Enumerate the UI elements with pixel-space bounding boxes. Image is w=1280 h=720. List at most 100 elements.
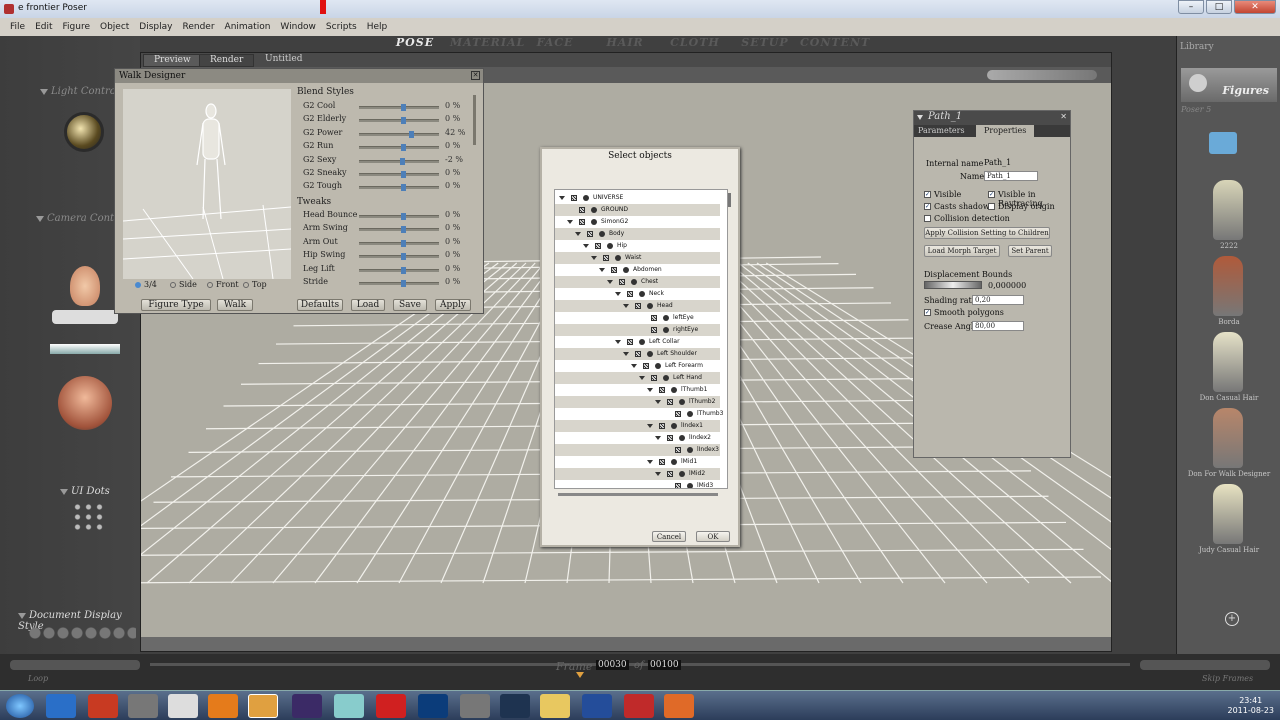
tweaks-slider[interactable] bbox=[359, 226, 439, 234]
tab-content[interactable]: CONTENT bbox=[800, 36, 870, 52]
display-origin-checkbox[interactable] bbox=[988, 203, 995, 210]
tree-row[interactable]: Waist bbox=[555, 252, 720, 264]
expand-icon[interactable] bbox=[567, 220, 573, 224]
view-radio-side[interactable] bbox=[170, 282, 176, 288]
save-button[interactable]: Save bbox=[393, 299, 427, 311]
apply-collision-button[interactable]: Apply Collision Setting to Children bbox=[924, 227, 1050, 239]
set-parent-button[interactable]: Set Parent bbox=[1008, 245, 1052, 257]
light-sphere-control[interactable] bbox=[64, 112, 104, 152]
tab-preview[interactable]: Preview bbox=[143, 54, 202, 67]
after-effects-icon[interactable] bbox=[292, 694, 322, 718]
tab-pose[interactable]: POSE bbox=[380, 36, 450, 52]
tree-scrollbar[interactable] bbox=[728, 193, 731, 207]
close-icon[interactable]: ✕ bbox=[471, 71, 480, 80]
expand-icon[interactable] bbox=[631, 364, 637, 368]
camera-icons[interactable] bbox=[987, 70, 1097, 80]
timeline-scrubber[interactable] bbox=[576, 672, 584, 678]
expand-icon[interactable] bbox=[607, 280, 613, 284]
slider-knob[interactable] bbox=[401, 171, 406, 178]
expand-icon[interactable] bbox=[647, 460, 653, 464]
cancel-button[interactable]: Cancel bbox=[652, 531, 686, 542]
add-icon[interactable]: + bbox=[1225, 612, 1239, 626]
gamepad-icon[interactable] bbox=[128, 694, 158, 718]
slider-knob[interactable] bbox=[401, 280, 406, 287]
select-checkbox[interactable] bbox=[667, 435, 673, 441]
slider-knob[interactable] bbox=[409, 130, 414, 138]
expand-icon[interactable] bbox=[655, 400, 661, 404]
blend-slider[interactable] bbox=[359, 171, 439, 178]
tree-row[interactable]: rightEye bbox=[555, 324, 720, 336]
ok-button[interactable]: OK bbox=[696, 531, 730, 542]
tweaks-slider[interactable] bbox=[359, 213, 439, 220]
tree-row[interactable]: SimonG2 bbox=[555, 216, 720, 228]
figure-thumbnail[interactable] bbox=[1213, 408, 1243, 468]
select-checkbox[interactable] bbox=[643, 363, 649, 369]
photoshop-icon[interactable] bbox=[418, 694, 448, 718]
expand-icon[interactable] bbox=[655, 472, 661, 476]
minimize-button[interactable]: – bbox=[1178, 0, 1204, 14]
frame-current[interactable]: 00030 bbox=[596, 660, 629, 670]
camera-hands-control[interactable] bbox=[52, 310, 118, 324]
app-icon-3[interactable] bbox=[460, 694, 490, 718]
select-checkbox[interactable] bbox=[659, 459, 665, 465]
figure-thumbnail[interactable] bbox=[1213, 256, 1243, 316]
expand-icon[interactable] bbox=[615, 340, 621, 344]
light-controls-header[interactable]: Light Controls bbox=[40, 86, 124, 97]
tree-row[interactable]: Left Collar bbox=[555, 336, 720, 348]
taskbar-clock[interactable]: 23:41 2011-08-23 bbox=[1228, 696, 1275, 716]
select-checkbox[interactable] bbox=[635, 351, 641, 357]
menu-help[interactable]: Help bbox=[367, 22, 388, 32]
tree-row[interactable]: Left Hand bbox=[555, 372, 720, 384]
tree-row[interactable]: Chest bbox=[555, 276, 720, 288]
tweaks-slider[interactable] bbox=[359, 280, 439, 287]
select-checkbox[interactable] bbox=[651, 315, 657, 321]
select-checkbox[interactable] bbox=[587, 231, 593, 237]
figure-thumbnail[interactable] bbox=[1213, 180, 1243, 240]
menu-figure[interactable]: Figure bbox=[63, 22, 90, 32]
select-checkbox[interactable] bbox=[579, 207, 585, 213]
blend-slider[interactable] bbox=[359, 184, 439, 192]
select-checkbox[interactable] bbox=[627, 291, 633, 297]
slider-knob[interactable] bbox=[401, 253, 406, 261]
firefox-icon[interactable] bbox=[208, 694, 238, 718]
maximize-button[interactable]: □ bbox=[1206, 0, 1232, 14]
slider-knob[interactable] bbox=[401, 184, 406, 192]
slider-knob[interactable] bbox=[401, 117, 406, 125]
expand-icon[interactable] bbox=[575, 232, 581, 236]
figure-thumbnail[interactable] bbox=[1213, 484, 1243, 544]
tab-hair[interactable]: HAIR bbox=[590, 36, 660, 52]
expand-icon[interactable] bbox=[623, 352, 629, 356]
select-checkbox[interactable] bbox=[579, 219, 585, 225]
tree-row[interactable]: lIndex2 bbox=[555, 432, 720, 444]
display-style-buttons[interactable] bbox=[28, 626, 136, 640]
tree-row[interactable]: lThumb3 bbox=[555, 408, 723, 420]
menu-file[interactable]: File bbox=[10, 22, 25, 32]
smooth-polygons-checkbox[interactable]: ✓ bbox=[924, 309, 931, 316]
walk-scrollbar[interactable] bbox=[473, 95, 476, 145]
tree-row[interactable]: leftEye bbox=[555, 312, 720, 324]
tree-row[interactable]: Hip bbox=[555, 240, 720, 252]
slider-knob[interactable] bbox=[401, 144, 406, 152]
expand-icon[interactable] bbox=[623, 304, 629, 308]
tree-row[interactable]: UNIVERSE bbox=[555, 192, 720, 204]
ui-dots-grid[interactable] bbox=[72, 502, 104, 532]
tree-row[interactable]: Abdomen bbox=[555, 264, 720, 276]
figures-category-header[interactable]: Figures bbox=[1181, 68, 1277, 102]
tree-row[interactable]: Left Shoulder bbox=[555, 348, 720, 360]
menu-object[interactable]: Object bbox=[100, 22, 129, 32]
tree-row[interactable]: lMid1 bbox=[555, 456, 720, 468]
tree-hscrollbar[interactable] bbox=[558, 493, 718, 496]
steam-icon[interactable] bbox=[500, 694, 530, 718]
zynga-icon[interactable] bbox=[376, 694, 406, 718]
tree-row[interactable]: Body bbox=[555, 228, 720, 240]
tab-face[interactable]: FACE bbox=[520, 36, 590, 52]
slider-knob[interactable] bbox=[401, 266, 406, 274]
tree-row[interactable]: lMid3 bbox=[555, 480, 720, 488]
folder-up-icon[interactable] bbox=[1209, 132, 1237, 154]
tweaks-slider[interactable] bbox=[359, 253, 439, 261]
close-icon[interactable]: ✕ bbox=[1060, 112, 1067, 121]
trackball-icon[interactable] bbox=[58, 376, 112, 430]
select-checkbox[interactable] bbox=[651, 327, 657, 333]
slider-knob[interactable] bbox=[401, 213, 406, 220]
camera-face-control[interactable] bbox=[70, 266, 100, 306]
